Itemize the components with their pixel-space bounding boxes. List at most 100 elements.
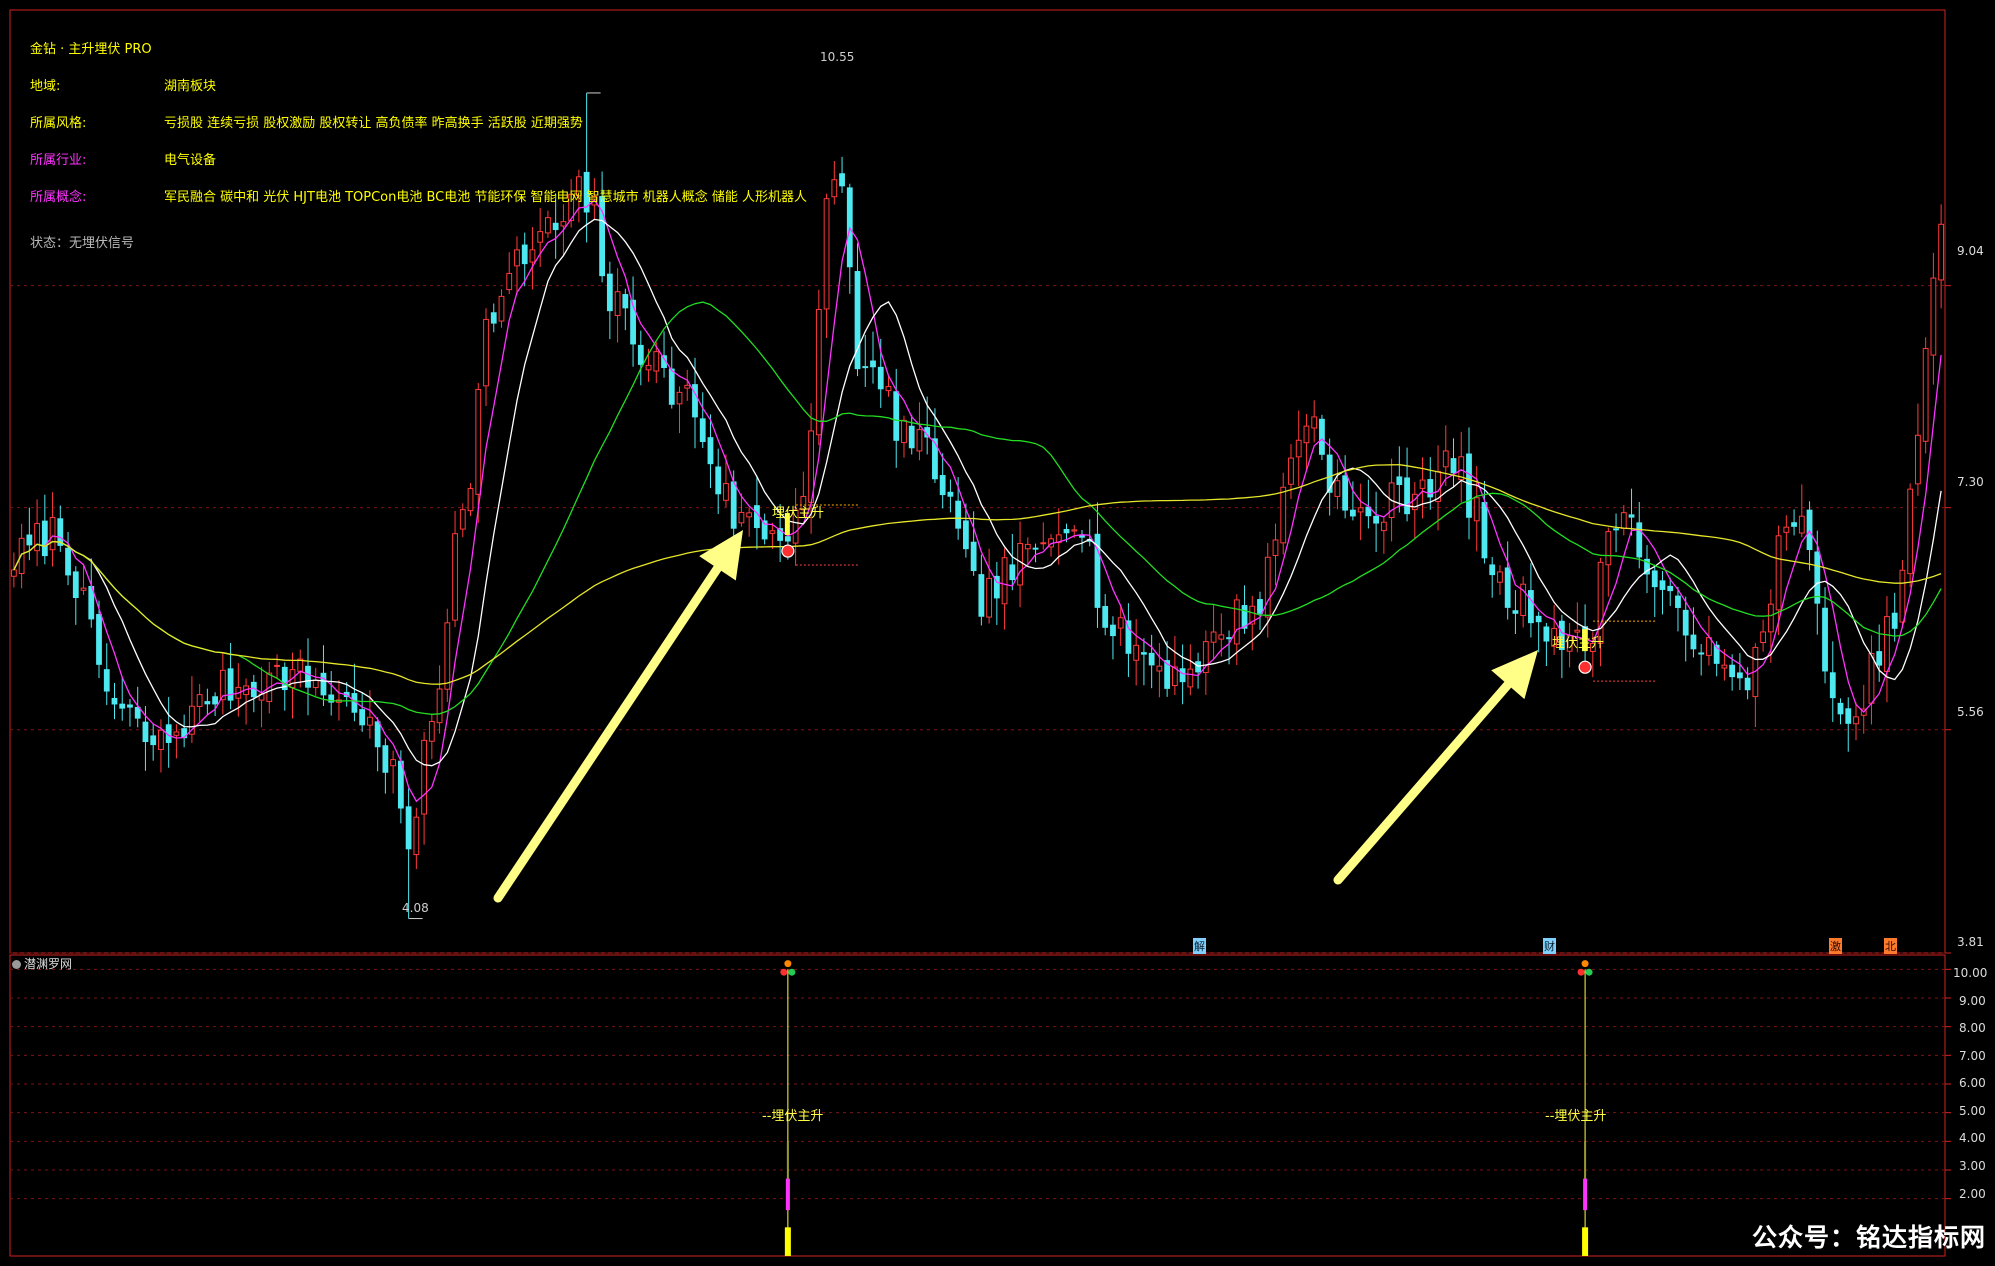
panel-toggle-icon[interactable] xyxy=(12,960,21,969)
candle-body xyxy=(1922,348,1929,442)
candle-body xyxy=(320,672,327,696)
candle-body xyxy=(1620,512,1627,529)
candle-body xyxy=(1497,571,1503,583)
candle-body xyxy=(173,731,180,736)
info-value-region: 湖南板块 xyxy=(164,79,217,94)
event-marker[interactable]: 激 xyxy=(1829,938,1842,954)
candle-body xyxy=(413,816,420,856)
candle-body xyxy=(1783,526,1790,533)
candle-body xyxy=(1218,634,1225,640)
candle-body xyxy=(1373,515,1380,524)
sub-signal-flower-icon xyxy=(1581,960,1589,968)
candle-body xyxy=(452,533,458,621)
candle-body xyxy=(939,475,946,496)
candle-body xyxy=(57,518,64,546)
candle-body xyxy=(382,745,389,773)
candle-body xyxy=(1605,531,1612,566)
candle-body xyxy=(1667,585,1674,592)
price-tick: 5.56 xyxy=(1957,705,1984,719)
candle-body xyxy=(158,729,164,750)
info-label-region: 地域: xyxy=(30,79,61,94)
candle-body xyxy=(978,574,985,617)
candle-body xyxy=(103,669,110,692)
candle-body xyxy=(521,244,528,265)
candle-body xyxy=(483,318,489,387)
candle-body xyxy=(459,509,466,530)
candle-body xyxy=(1767,603,1774,633)
candle-body xyxy=(1489,564,1496,576)
candle-body xyxy=(916,429,923,452)
candle-body xyxy=(1884,616,1890,673)
info-label-industry: 所属行业: xyxy=(30,153,87,168)
candle-body xyxy=(374,721,381,748)
candle-body xyxy=(1706,637,1712,656)
candle-body xyxy=(684,384,691,389)
candle-body xyxy=(506,272,513,291)
event-marker[interactable]: 财 xyxy=(1543,938,1556,954)
candle-body xyxy=(1311,416,1318,429)
candle-body xyxy=(41,520,48,557)
candle-body xyxy=(1288,457,1294,485)
candle-body xyxy=(1798,515,1805,534)
candle-body xyxy=(715,466,722,495)
candle-body xyxy=(1257,599,1263,614)
candle-body xyxy=(127,704,133,708)
candle-body xyxy=(676,391,683,405)
candle-body xyxy=(49,517,56,551)
candle-body xyxy=(1102,606,1109,628)
candle-body xyxy=(839,173,845,187)
candle-body xyxy=(699,418,706,443)
candle-body xyxy=(1125,620,1132,654)
candle-body xyxy=(870,360,876,368)
candle-body xyxy=(1868,652,1875,704)
candle-body xyxy=(467,488,474,512)
signal-label-main: 埋伏主升 xyxy=(772,506,825,521)
candle-body xyxy=(490,312,497,324)
candle-body xyxy=(1535,615,1542,623)
candle-body xyxy=(1079,534,1085,538)
candle-body xyxy=(1822,607,1828,672)
sub-signal-mid-bar xyxy=(1583,1178,1588,1211)
sub-signal-flower-icon xyxy=(780,968,788,976)
candle-body xyxy=(1334,480,1341,497)
sub-signal-flower-icon xyxy=(1585,968,1593,976)
candle-body xyxy=(436,688,443,724)
candle-body xyxy=(1303,425,1310,444)
candle-body xyxy=(893,391,900,441)
sub-tick: 10.00 xyxy=(1953,966,1988,980)
candle-body xyxy=(1675,595,1681,608)
info-label-style: 所属风格: xyxy=(30,116,87,131)
candle-body xyxy=(1791,522,1797,527)
candle-body xyxy=(1744,677,1751,691)
candle-body xyxy=(1264,556,1271,618)
candle-body xyxy=(26,534,33,546)
candle-body xyxy=(274,664,280,667)
price-high-label: 10.55 xyxy=(820,50,855,64)
candle-body xyxy=(885,386,892,392)
candle-body xyxy=(668,368,675,405)
event-marker[interactable]: 解 xyxy=(1193,938,1206,954)
candle-body xyxy=(622,294,629,309)
sub-panel-title[interactable]: 潜渊罗网 xyxy=(12,955,72,972)
candle-body xyxy=(637,344,644,365)
sub-tick: 5.00 xyxy=(1959,1104,1986,1118)
candle-body xyxy=(1040,542,1047,545)
sub-tick: 2.00 xyxy=(1959,1187,1986,1201)
candle-body xyxy=(1481,502,1488,559)
candle-body xyxy=(475,389,482,495)
candle-body xyxy=(769,530,776,534)
candle-body xyxy=(1907,488,1914,575)
info-value-concept: 军民融合 碳中和 光伏 HJT电池 TOPCon电池 BC电池 节能环保 智能电… xyxy=(164,190,808,205)
sub-tick: 3.00 xyxy=(1959,1159,1986,1173)
candle-body xyxy=(653,351,660,372)
event-marker[interactable]: 北 xyxy=(1884,938,1897,954)
candle-body xyxy=(730,481,737,529)
candle-body xyxy=(545,217,551,234)
candle-body xyxy=(552,222,559,231)
info-value-style: 亏损股 连续亏损 股权激励 股权转让 高负债率 昨高换手 活跃股 近期强势 xyxy=(164,116,583,131)
candle-body xyxy=(1636,522,1643,558)
candle-body xyxy=(1899,569,1906,623)
candle-body xyxy=(1179,668,1186,683)
candle-body xyxy=(1001,557,1008,605)
sub-tick: 8.00 xyxy=(1959,1021,1986,1035)
